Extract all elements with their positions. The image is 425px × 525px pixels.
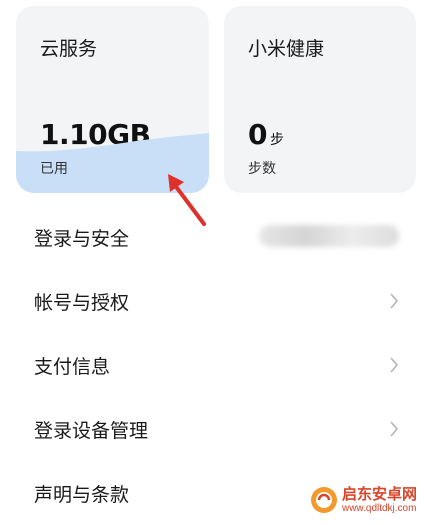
chevron-right-icon [390, 357, 399, 373]
cloud-storage-used-label: 已用 [40, 161, 68, 177]
menu-item-account-authorization[interactable]: 帐号与授权 [0, 269, 425, 333]
menu-item-label: 支付信息 [34, 355, 111, 378]
blurred-account-info [259, 225, 399, 247]
step-count-label: 步数 [248, 161, 276, 177]
account-menu: 登录与安全 帐号与授权 支付信息 登录设备管理 声明与条款 [0, 205, 425, 525]
chevron-right-icon [390, 421, 399, 437]
watermark-logo-icon [310, 487, 337, 513]
menu-item-label: 登录与安全 [34, 227, 130, 250]
red-arrow-annotation [168, 174, 206, 226]
menu-item-login-security[interactable]: 登录与安全 [0, 205, 425, 269]
watermark-url: www.qdltdkj.com [341, 502, 417, 514]
menu-item-payment-info[interactable]: 支付信息 [0, 333, 425, 397]
menu-item-label: 帐号与授权 [34, 291, 130, 314]
watermark-text: 启东安卓网 www.qdltdkj.com [341, 484, 417, 514]
mi-health-card[interactable]: 小米健康 0步 步数 [224, 6, 416, 193]
mi-health-title: 小米健康 [248, 38, 325, 60]
menu-item-label: 声明与条款 [34, 483, 130, 506]
step-count-number: 0 [248, 118, 267, 151]
step-unit: 步 [269, 132, 284, 148]
site-watermark: 启东安卓网 www.qdltdkj.com [305, 484, 421, 516]
service-cards: 云服务 1.10GB 已用 小米健康 0步 步数 [0, 0, 425, 205]
chevron-right-icon [390, 293, 399, 309]
menu-item-device-management[interactable]: 登录设备管理 [0, 397, 425, 461]
watermark-name: 启东安卓网 [341, 484, 417, 503]
step-count-value: 0步 [248, 118, 284, 151]
cloud-service-title: 云服务 [40, 38, 98, 60]
cloud-service-card[interactable]: 云服务 1.10GB 已用 [16, 6, 209, 193]
menu-item-label: 登录设备管理 [34, 419, 149, 442]
